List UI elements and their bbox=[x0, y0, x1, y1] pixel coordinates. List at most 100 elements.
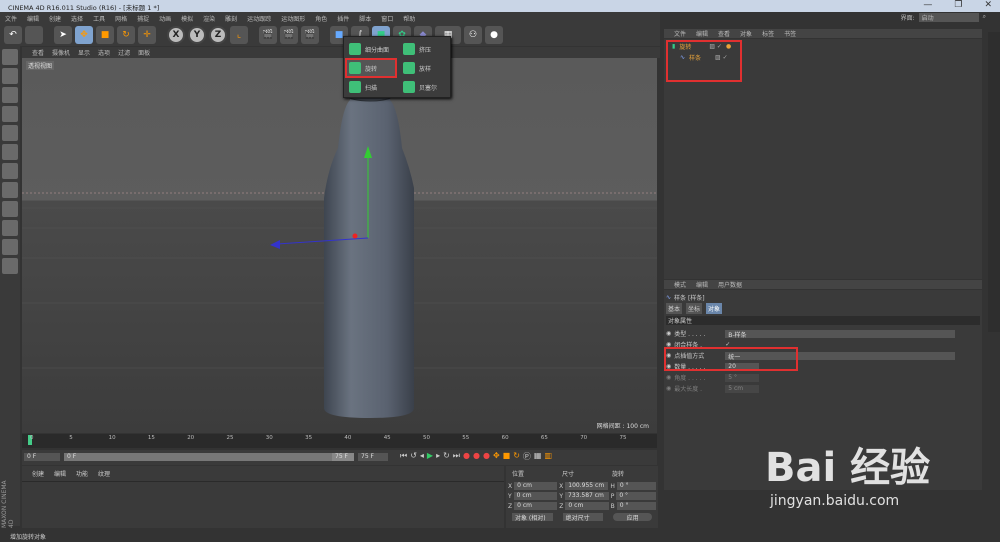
menu-item[interactable]: 捕捉 bbox=[137, 14, 149, 23]
object-manager-menu-item[interactable]: 文件 bbox=[674, 29, 686, 38]
rotate-tool-button[interactable]: ↻ bbox=[117, 26, 135, 44]
menu-item[interactable]: 插件 bbox=[337, 14, 349, 23]
menu-item[interactable]: 雕刻 bbox=[225, 14, 237, 23]
menu-item[interactable]: 选择 bbox=[71, 14, 83, 23]
menu-item-subdivision-surface[interactable]: 细分曲面 bbox=[346, 41, 396, 57]
menu-item-loft[interactable]: 放样 bbox=[400, 60, 450, 76]
attributes-menu-item[interactable]: 用户数据 bbox=[718, 280, 742, 289]
side-tabs[interactable] bbox=[988, 32, 1000, 332]
viewport-menu-item[interactable]: 摄像机 bbox=[52, 48, 70, 57]
model-mode-icon[interactable] bbox=[2, 68, 18, 84]
size-field[interactable]: 733.587 cm bbox=[565, 492, 609, 500]
record-button[interactable]: ● bbox=[463, 451, 470, 462]
key-position-button[interactable]: ✥ bbox=[493, 451, 500, 462]
material-menu-item[interactable]: 编辑 bbox=[54, 469, 66, 478]
object-manager-menu-item[interactable]: 编辑 bbox=[696, 29, 708, 38]
x-axis-lock-button[interactable]: X bbox=[167, 26, 185, 44]
menu-item[interactable]: 帮助 bbox=[403, 14, 415, 23]
next-key-button[interactable]: ↻ bbox=[443, 451, 450, 462]
attribute-value[interactable]: 5 ° bbox=[725, 373, 760, 382]
size-mode-select[interactable]: 绝对尺寸 bbox=[562, 513, 604, 522]
radio-icon[interactable]: ◉ bbox=[666, 330, 671, 337]
prev-frame-button[interactable]: ◂ bbox=[420, 451, 424, 462]
close-button[interactable]: ✕ bbox=[984, 0, 992, 10]
tab-basic[interactable]: 基本 bbox=[666, 303, 683, 314]
attributes-menu-item[interactable]: 编辑 bbox=[696, 280, 708, 289]
menu-item[interactable]: 文件 bbox=[5, 14, 17, 23]
make-editable-icon[interactable] bbox=[2, 49, 18, 65]
timeline-ruler[interactable]: 0 5 10 15 20 25 30 35 40 45 50 55 60 65 70 75 bbox=[22, 434, 657, 448]
goto-end-button[interactable]: ⏭ bbox=[453, 451, 460, 462]
z-axis-lock-button[interactable]: Z bbox=[209, 26, 227, 44]
position-field[interactable]: 0 cm bbox=[513, 492, 558, 500]
snap-icon[interactable] bbox=[2, 220, 18, 236]
menu-item-extrude[interactable]: 挤压 bbox=[400, 41, 450, 57]
menu-item[interactable]: 编辑 bbox=[27, 14, 39, 23]
menu-item[interactable]: 窗口 bbox=[381, 14, 393, 23]
menu-item[interactable]: 脚本 bbox=[359, 14, 371, 23]
search-icon[interactable]: ⌕ bbox=[983, 13, 986, 22]
minimize-button[interactable]: — bbox=[923, 0, 932, 10]
tweak-mode-icon[interactable] bbox=[2, 201, 18, 217]
light-button[interactable]: ● bbox=[485, 26, 503, 44]
attribute-value[interactable]: 5 cm bbox=[725, 384, 760, 393]
points-mode-icon[interactable] bbox=[2, 125, 18, 141]
position-field[interactable]: 0 cm bbox=[514, 482, 558, 490]
goto-start-button[interactable]: ⏮ bbox=[400, 451, 407, 462]
material-menu-item[interactable]: 纹理 bbox=[98, 469, 110, 478]
menu-item[interactable]: 创建 bbox=[49, 14, 61, 23]
scale-tool-button[interactable]: ■ bbox=[96, 26, 114, 44]
render-settings-button[interactable]: 🎬 bbox=[301, 26, 319, 44]
menu-item[interactable]: 模拟 bbox=[181, 14, 193, 23]
keyframe-selection-button[interactable]: ● bbox=[483, 451, 490, 462]
attributes-menu-item[interactable]: 模式 bbox=[674, 280, 686, 289]
undo-button[interactable]: ↶ bbox=[4, 26, 22, 44]
viewport-menu-item[interactable]: 过滤 bbox=[118, 48, 130, 57]
attribute-value[interactable]: B-样条 bbox=[725, 329, 956, 339]
y-axis-lock-button[interactable]: Y bbox=[188, 26, 206, 44]
viewport-menu-item[interactable]: 显示 bbox=[78, 48, 90, 57]
material-menu-item[interactable]: 功能 bbox=[76, 469, 88, 478]
object-manager-menu-item[interactable]: 标签 bbox=[762, 29, 774, 38]
menu-item[interactable]: 渲染 bbox=[203, 14, 215, 23]
menu-item[interactable]: 网格 bbox=[115, 14, 127, 23]
current-frame-field[interactable]: 0 F bbox=[24, 453, 60, 461]
menu-item[interactable]: 运动图形 bbox=[281, 14, 305, 23]
key-param-button[interactable]: Ⓟ bbox=[523, 451, 531, 462]
menu-item-sweep[interactable]: 扫描 bbox=[346, 79, 396, 95]
size-field[interactable]: 100.955 cm bbox=[565, 482, 609, 490]
redo-button[interactable] bbox=[25, 26, 43, 44]
apply-button[interactable]: 应用 bbox=[613, 513, 652, 522]
radio-icon[interactable]: ◉ bbox=[666, 374, 671, 381]
frame-range-slider[interactable]: 0 F bbox=[64, 453, 354, 461]
live-select-button[interactable]: ✛ bbox=[138, 26, 156, 44]
object-manager-menu-item[interactable]: 对象 bbox=[740, 29, 752, 38]
edges-mode-icon[interactable] bbox=[2, 144, 18, 160]
timeline-button[interactable]: ▥ bbox=[544, 451, 552, 462]
radio-icon[interactable]: ◉ bbox=[666, 385, 671, 392]
select-tool-button[interactable]: ➤ bbox=[54, 26, 72, 44]
key-pla-button[interactable]: ▦ bbox=[534, 451, 542, 462]
tab-object[interactable]: 对象 bbox=[706, 303, 723, 314]
workplane-icon[interactable] bbox=[2, 106, 18, 122]
play-button[interactable]: ▶ bbox=[427, 451, 433, 462]
rotation-field[interactable]: 0 ° bbox=[616, 482, 656, 490]
max-frame-field[interactable]: 75 F bbox=[358, 453, 388, 461]
camera-button[interactable]: ⚇ bbox=[464, 26, 482, 44]
size-field[interactable]: 0 cm bbox=[565, 502, 609, 510]
viewport[interactable]: 透视视图 网格间距 : 100 cm bbox=[22, 58, 657, 433]
rotation-field[interactable]: 0 ° bbox=[616, 492, 657, 500]
next-frame-button[interactable]: ▸ bbox=[436, 451, 440, 462]
viewport-menu-item[interactable]: 面板 bbox=[138, 48, 150, 57]
autokey-button[interactable]: ● bbox=[473, 451, 480, 462]
render-picture-viewer-button[interactable]: 🎬 bbox=[280, 26, 298, 44]
magnet-icon[interactable] bbox=[2, 239, 18, 255]
maximize-button[interactable]: ❐ bbox=[954, 0, 962, 10]
key-rotation-button[interactable]: ↻ bbox=[513, 451, 520, 462]
interface-select[interactable]: 启动 bbox=[918, 13, 979, 22]
axis-mode-icon[interactable] bbox=[2, 182, 18, 198]
menu-item[interactable]: 动画 bbox=[159, 14, 171, 23]
tab-coord[interactable]: 坐标 bbox=[686, 303, 703, 314]
key-scale-button[interactable]: ■ bbox=[503, 451, 511, 462]
menu-item[interactable]: 运动跟踪 bbox=[247, 14, 271, 23]
